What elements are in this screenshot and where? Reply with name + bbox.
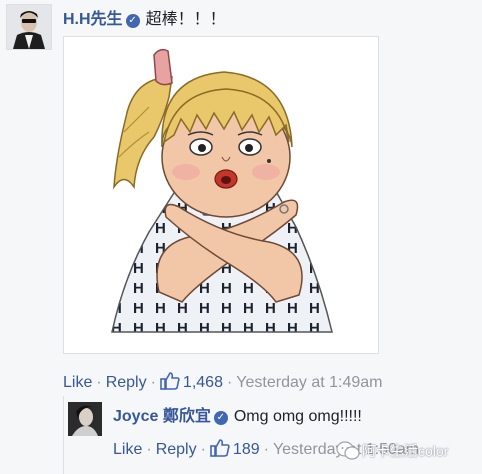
reply-like-number: 189: [232, 441, 260, 458]
reply-like-count[interactable]: 189: [210, 439, 260, 458]
separator-dot: ·: [96, 374, 102, 391]
thumbs-up-icon: [160, 372, 180, 390]
cartoon-girl-illustration: H: [111, 48, 333, 333]
reply-author-name[interactable]: Joyce 鄭欣宜: [113, 408, 211, 425]
reply-reply-link[interactable]: Reply: [156, 441, 197, 458]
watermark-text: 阿卡生活color: [362, 443, 449, 459]
separator-dot: ·: [150, 374, 156, 391]
comment-actions: Like · Reply · 1,468 · Yesterday at 1:49am: [63, 372, 382, 392]
comment-like-link[interactable]: Like: [63, 374, 92, 391]
separator-dot: ·: [146, 441, 152, 458]
comment-author-name[interactable]: H.H先生: [63, 11, 123, 28]
separator-dot: ·: [263, 441, 269, 458]
commenter-avatar[interactable]: [6, 4, 52, 50]
comment-timestamp[interactable]: Yesterday at 1:49am: [236, 374, 382, 391]
verified-badge-icon: ✓: [125, 14, 140, 28]
thumbs-up-icon: [210, 439, 230, 457]
separator-dot: ·: [200, 441, 206, 458]
comment-like-number: 1,468: [182, 374, 223, 391]
reply-text: Omg omg omg!!!!!: [233, 408, 362, 425]
comment-attached-image[interactable]: H: [63, 36, 379, 354]
comment-like-count[interactable]: 1,468: [160, 372, 223, 391]
comment-reply-link[interactable]: Reply: [106, 374, 147, 391]
reply-author-avatar[interactable]: [68, 402, 102, 436]
comment-text: 超棒！！！: [145, 11, 226, 28]
separator-dot: ·: [226, 374, 233, 391]
verified-badge-icon: ✓: [213, 411, 228, 425]
reply-like-link[interactable]: Like: [113, 441, 142, 458]
wechat-icon: [336, 441, 360, 460]
comment-header: H.H先生 ✓ 超棒！！！: [63, 11, 226, 29]
reply-header: Joyce 鄭欣宜 ✓ Omg omg omg!!!!!: [113, 408, 362, 426]
watermark: 阿卡生活color: [334, 438, 482, 468]
